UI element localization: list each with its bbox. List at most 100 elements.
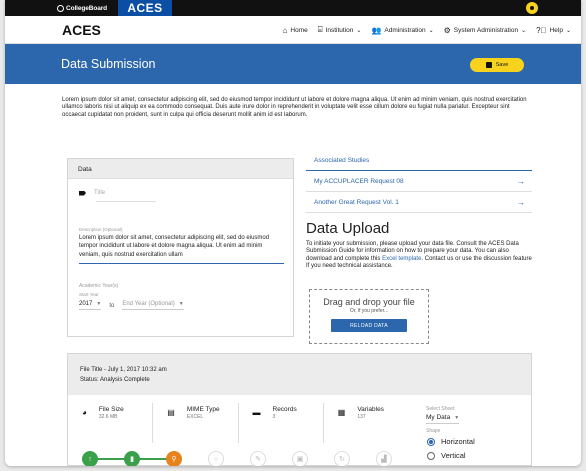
select-sheet-label: Select Sheet (426, 406, 455, 412)
stat-records: ▬ Records 3 (239, 403, 324, 443)
step-thumb-icon[interactable]: ▟ (376, 451, 392, 466)
stat-mime-type: ▤ MIME Type EXCEL (153, 403, 239, 443)
shape-vertical-radio[interactable]: Vertical (427, 451, 466, 460)
associated-study-label: Another Great Request Vol. 1 (314, 199, 399, 206)
tag-icon (79, 190, 86, 196)
main-nav: ACES ⌂ Home ⌸ Institution ⌄ 👥 Administra… (5, 16, 581, 44)
nav-institution[interactable]: ⌸ Institution ⌄ (318, 25, 362, 35)
step-search-icon[interactable]: ○ (208, 451, 224, 466)
associated-study-item[interactable]: Another Great Request Vol. 1 → (306, 193, 532, 213)
pie-chart-icon: ◕ (82, 408, 87, 417)
step-upload-icon[interactable]: ↑ (82, 451, 98, 466)
shape-horizontal-radio[interactable]: Horizontal (427, 437, 475, 446)
stat-variables: ▦ Variables 137 (324, 403, 408, 443)
end-year-placeholder: End Year (Optional) (122, 301, 175, 307)
data-upload-title: Data Upload (306, 220, 390, 237)
document-icon: ▤ (167, 408, 175, 417)
nav-administration-label: Administration (384, 26, 426, 34)
to-label: to (109, 302, 115, 309)
nav-institution-label: Institution (325, 26, 354, 34)
page-header: Data Submission Save (5, 44, 581, 84)
chevron-down-icon: ⌄ (356, 27, 362, 34)
academic-year-label: Academic Year(s) (79, 283, 119, 289)
global-topbar: CollegeBoard ACES (5, 0, 581, 16)
app-window: CollegeBoard ACES ACES ⌂ Home ⌸ Institut… (5, 0, 581, 466)
stat-label: MIME Type (186, 406, 220, 413)
people-icon: 👥 (371, 25, 382, 35)
start-year-select[interactable]: 2017 ▼ (79, 301, 102, 310)
nav-help-label: Help (549, 26, 563, 34)
nav-home[interactable]: ⌂ Home (283, 26, 308, 35)
grid-icon: ▦ (337, 408, 346, 417)
file-panel: File Title - July 1, 2017 10:32 am Statu… (67, 353, 532, 466)
stat-label: Variables (357, 406, 384, 413)
associated-study-item[interactable]: My ACCUPLACER Request 08 → (306, 172, 532, 192)
chevron-down-icon: ⌄ (428, 27, 434, 34)
progress-stepper: ↑ ▮ ⚲ ○ ✎ ▣ ↻ ▟ (78, 451, 398, 466)
description-underline (79, 263, 284, 264)
excel-template-link[interactable]: Excel template (382, 256, 421, 262)
stat-value: EXCEL (186, 414, 204, 420)
description-textarea[interactable]: Lorem ipsum dolor sit amet, consectetur … (79, 234, 284, 259)
title-input-underline (96, 201, 156, 202)
nav-help[interactable]: ?⃝ Help ⌄ (536, 26, 571, 35)
nav-title: ACES (62, 22, 101, 38)
institution-icon: ⌸ (317, 25, 323, 34)
shape-vertical-label: Vertical (441, 451, 466, 460)
caret-down-icon: ▼ (96, 301, 102, 307)
arrow-right-icon: → (517, 177, 525, 186)
select-sheet-dropdown[interactable]: My Data ▼ (426, 414, 460, 424)
associated-study-label: My ACCUPLACER Request 08 (314, 178, 404, 185)
dropzone-subtitle: Or, if you prefer... (349, 308, 389, 314)
stat-label: File Size (98, 406, 124, 413)
associated-studies-header: Associated Studies (306, 153, 532, 171)
start-year-label: Start Year (79, 292, 99, 297)
help-icon: ?⃝ (536, 25, 547, 35)
arrow-right-icon: → (517, 198, 525, 207)
stat-label: Records (272, 406, 297, 413)
save-button[interactable]: Save (470, 58, 524, 72)
description-label: Description (Optional) (79, 227, 123, 232)
nav-system-administration-label: System Administration (453, 26, 519, 34)
nav-home-label: Home (290, 26, 308, 34)
step-edit-icon[interactable]: ✎ (250, 451, 266, 466)
gear-icon: ⚙ (443, 25, 451, 35)
stat-file-size: ◕ File Size 32.6 MB (68, 403, 154, 443)
file-title: File Title - July 1, 2017 10:32 am (80, 367, 167, 373)
caret-down-icon: ▼ (454, 414, 460, 421)
nav-system-administration[interactable]: ⚙ System Administration ⌄ (444, 26, 527, 35)
start-year-value: 2017 (79, 301, 93, 307)
radio-unselected-icon (427, 451, 435, 460)
file-stats: ◕ File Size 32.6 MB ▤ MIME Type EXCEL ▬ Re… (68, 403, 408, 443)
step-share-icon[interactable]: ⚲ (166, 451, 182, 466)
save-button-label: Save (495, 62, 509, 68)
data-card-header: Data (68, 159, 293, 179)
chevron-down-icon: ⌄ (521, 27, 527, 34)
nav-administration[interactable]: 👥 Administration ⌄ (371, 26, 433, 35)
data-upload-text: To initiate your submission, please uplo… (306, 241, 534, 271)
title-input[interactable]: Title (94, 190, 105, 196)
step-refresh-icon[interactable]: ↻ (334, 451, 350, 466)
end-year-select[interactable]: End Year (Optional) ▼ (122, 301, 184, 310)
stat-value: 137 (357, 414, 366, 420)
step-chart-icon[interactable]: ▮ (124, 451, 140, 466)
dropzone-title: Drag and drop your file (323, 297, 415, 307)
reload-data-button[interactable]: RELOAD DATA (331, 319, 407, 332)
save-icon (485, 62, 492, 68)
home-icon: ⌂ (282, 25, 288, 35)
step-check-icon[interactable]: ▣ (292, 451, 308, 466)
caret-down-icon: ▼ (178, 301, 184, 307)
acorn-icon (57, 4, 64, 12)
user-avatar-icon[interactable] (526, 2, 538, 14)
shape-horizontal-label: Horizontal (441, 437, 475, 446)
shape-label: Shape (426, 428, 441, 434)
app-tab-aces[interactable]: ACES (118, 0, 172, 16)
file-dropzone[interactable]: Drag and drop your file Or, if you prefe… (309, 289, 429, 344)
stat-value: 32.6 MB (98, 414, 118, 420)
intro-text: Lorem ipsum dolor sit amet, consectetur … (62, 97, 527, 118)
chevron-down-icon: ⌄ (565, 27, 571, 34)
page-title: Data Submission (61, 57, 156, 71)
file-status: Status: Analysis Complete (80, 376, 150, 383)
folder-icon: ▬ (252, 408, 261, 417)
collegeboard-logo[interactable]: CollegeBoard (57, 0, 107, 16)
